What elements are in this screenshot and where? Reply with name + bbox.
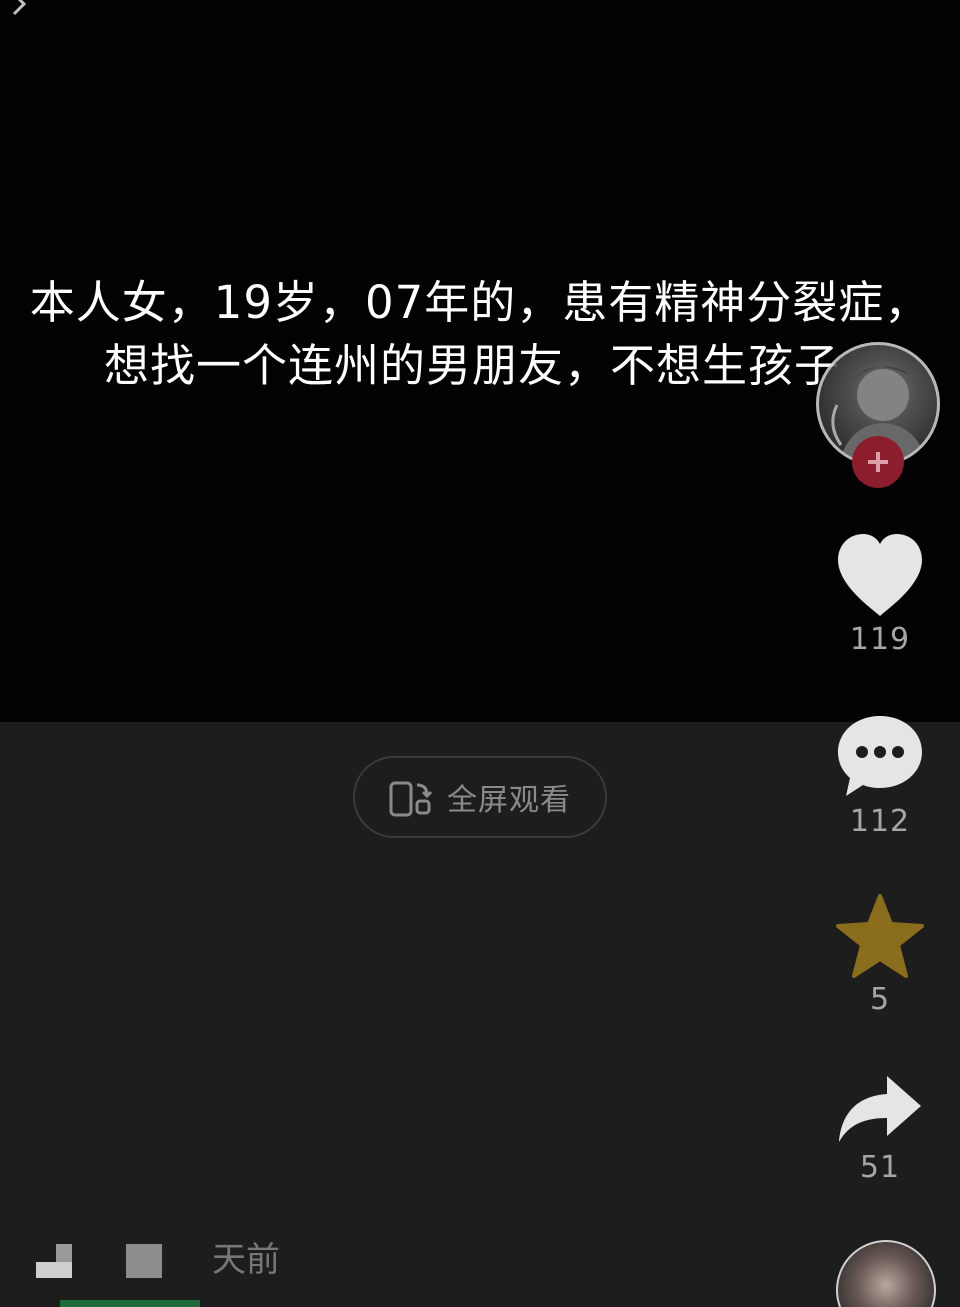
obscured-author-name-part <box>56 1244 72 1262</box>
share-action[interactable]: 51 <box>820 1072 940 1185</box>
favorite-action[interactable]: 5 <box>820 894 940 1017</box>
caption-line-2: 想找一个连州的男朋友，不想生孩子 <box>103 339 840 392</box>
progress-indicator <box>60 1300 200 1307</box>
obscured-author-badge <box>126 1244 162 1278</box>
video-feed-screen: 本人女，19岁，07年的，患有精神分裂症， 想找一个连州的男朋友，不想生孩子 全… <box>0 0 960 1307</box>
follow-button[interactable] <box>852 436 904 488</box>
fullscreen-button[interactable]: 全屏观看 <box>353 756 607 838</box>
chevron-right-icon[interactable] <box>8 0 32 16</box>
video-player[interactable]: 本人女，19岁，07年的，患有精神分裂症， 想找一个连州的男朋友，不想生孩子 <box>0 0 960 722</box>
share-count: 51 <box>859 1150 901 1185</box>
like-action[interactable]: 119 <box>820 532 940 657</box>
caption-line-1: 本人女，19岁，07年的，患有精神分裂症， <box>29 276 931 329</box>
comment-action[interactable]: 112 <box>820 712 940 839</box>
star-icon <box>836 894 924 978</box>
speech-bubble-icon <box>838 716 922 796</box>
fullscreen-label: 全屏观看 <box>447 783 571 818</box>
rotate-phone-icon <box>389 781 433 817</box>
share-arrow-icon <box>839 1076 921 1142</box>
obscured-author-name <box>36 1262 72 1278</box>
comment-count: 112 <box>849 804 911 839</box>
like-count: 119 <box>849 622 911 657</box>
post-time: 天前 <box>212 1240 280 1280</box>
favorite-count: 5 <box>869 982 891 1017</box>
plus-icon <box>868 452 888 472</box>
heart-icon <box>838 534 922 616</box>
